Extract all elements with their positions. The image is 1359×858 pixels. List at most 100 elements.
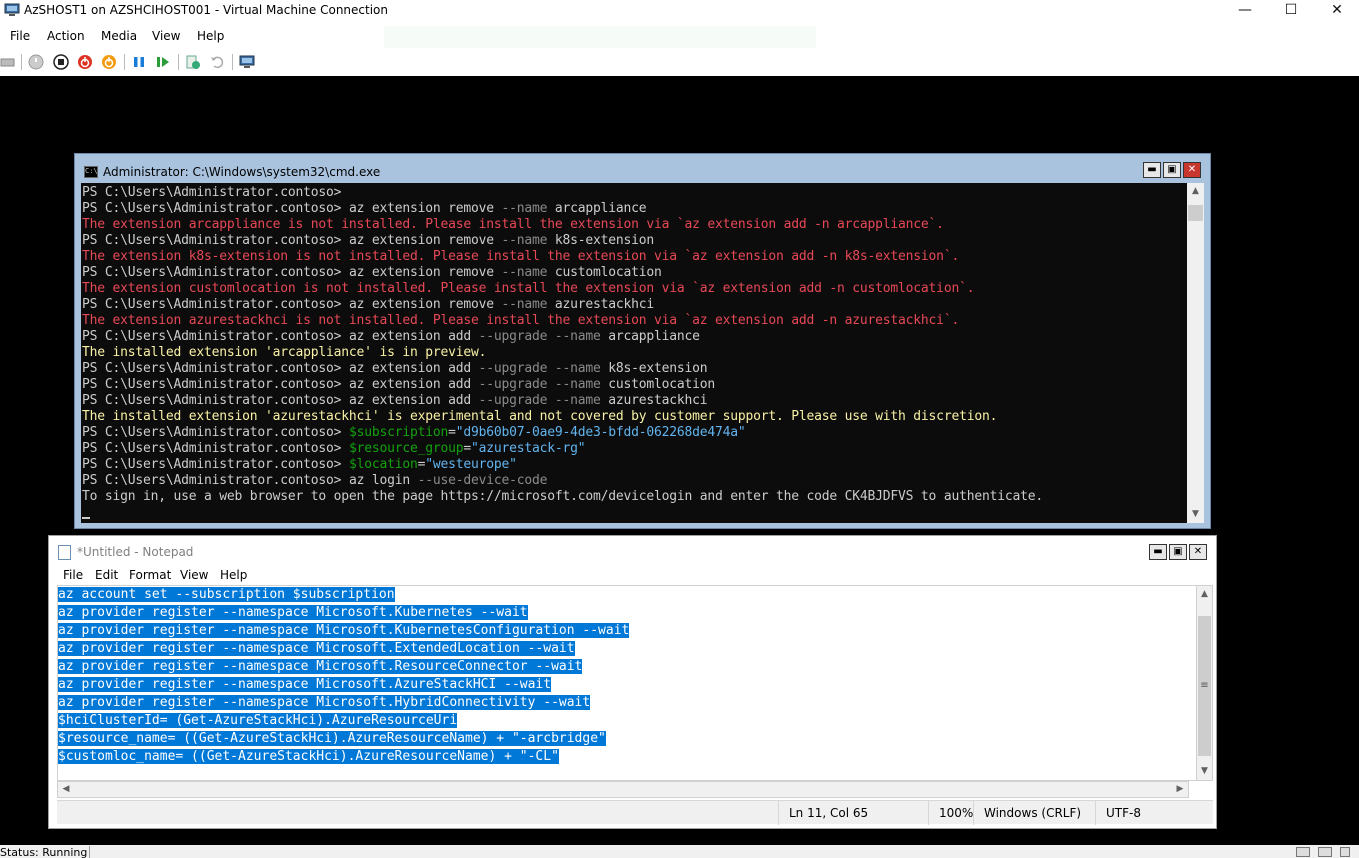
- console-token: az extension remove: [348, 201, 502, 216]
- shut-down-icon[interactable]: [77, 54, 93, 70]
- scroll-thumb[interactable]: [1188, 205, 1203, 221]
- console-line: PS C:\Users\Administrator.contoso> az ex…: [82, 361, 1187, 377]
- notepad-window-controls: ▬ ▣ ✕: [1149, 544, 1207, 560]
- console-token: az extension add: [348, 393, 479, 408]
- notepad-maximize-button[interactable]: ▣: [1169, 544, 1187, 560]
- notepad-window-title: *Untitled - Notepad: [77, 545, 194, 559]
- console-line: The extension k8s-extension is not insta…: [82, 249, 960, 264]
- start-icon[interactable]: [28, 54, 44, 70]
- notepad-menu-view[interactable]: View: [180, 568, 208, 582]
- console-line: The extension customlocation is not inst…: [82, 281, 975, 296]
- console-line: PS C:\Users\Administrator.contoso> az ex…: [82, 377, 1187, 393]
- selected-text: az provider register --namespace Microso…: [58, 641, 575, 656]
- pause-icon[interactable]: [131, 54, 147, 70]
- console-prompt: PS C:\Users\Administrator.contoso>: [82, 233, 349, 248]
- console-prompt: PS C:\Users\Administrator.contoso>: [82, 377, 349, 392]
- console-line: PS C:\Users\Administrator.contoso> $loca…: [82, 457, 1187, 473]
- cmd-close-button[interactable]: ✕: [1183, 162, 1201, 178]
- scroll-right-icon[interactable]: ▶: [1172, 782, 1188, 797]
- notepad-status-bar: Ln 11, Col 65 100% Windows (CRLF) UTF-8: [57, 800, 1213, 825]
- scroll-up-icon[interactable]: ▲: [1187, 183, 1204, 200]
- console-prompt: PS C:\Users\Administrator.contoso>: [82, 185, 349, 200]
- zoom-level: 100%: [928, 801, 973, 825]
- cmd-window-title: Administrator: C:\Windows\system32\cmd.e…: [103, 165, 381, 179]
- scroll-left-icon[interactable]: ◀: [58, 782, 74, 797]
- notepad-window[interactable]: *Untitled - Notepad ▬ ▣ ✕ File Edit Form…: [48, 535, 1217, 829]
- console-token: az extension remove: [348, 233, 502, 248]
- maximize-button[interactable]: ☐: [1268, 0, 1314, 22]
- scroll-down-icon[interactable]: ▼: [1197, 763, 1212, 780]
- menu-file[interactable]: File: [10, 29, 30, 43]
- toolbar-separator: [21, 54, 22, 70]
- selected-text: az account set --subscription $subscript…: [58, 587, 395, 602]
- notepad-menu-file[interactable]: File: [63, 568, 83, 582]
- cursor-position: Ln 11, Col 65: [778, 801, 928, 825]
- notepad-menu-edit[interactable]: Edit: [95, 568, 118, 582]
- enhanced-session-icon[interactable]: [239, 54, 255, 70]
- console-line: PS C:\Users\Administrator.contoso>: [82, 185, 1187, 201]
- toolbar-separator: [178, 54, 179, 70]
- console-token: "azurestack-rg": [470, 441, 586, 456]
- notepad-menu-help[interactable]: Help: [220, 568, 247, 582]
- ctrl-alt-del-icon[interactable]: [0, 54, 16, 70]
- notepad-close-button[interactable]: ✕: [1189, 544, 1207, 560]
- console-line: PS C:\Users\Administrator.contoso> $reso…: [82, 441, 1187, 457]
- console-line: PS C:\Users\Administrator.contoso> az lo…: [82, 473, 1187, 489]
- console-line: The extension azurestackhci is not insta…: [82, 313, 960, 328]
- revert-icon[interactable]: [209, 54, 225, 70]
- notepad-menu-bar: File Edit Format View Help: [49, 567, 1216, 585]
- console-token: --name: [501, 201, 548, 216]
- minimize-button[interactable]: —: [1222, 0, 1268, 22]
- menu-help[interactable]: Help: [197, 29, 224, 43]
- selected-text: $resource_name= ((Get-AzureStackHci).Azu…: [58, 731, 606, 746]
- toolbar-separator: [232, 54, 233, 70]
- console-line: PS C:\Users\Administrator.contoso> az ex…: [82, 233, 1187, 249]
- menu-bar: File Action Media View Help: [0, 26, 1359, 48]
- console-token: $subscription: [348, 425, 449, 440]
- menu-view[interactable]: View: [152, 29, 180, 43]
- console-token: az extension add: [348, 377, 479, 392]
- text-cursor: [82, 517, 90, 519]
- encoding: UTF-8: [1095, 801, 1213, 825]
- keyboard-icon: [1296, 847, 1310, 857]
- menu-media[interactable]: Media: [101, 29, 137, 43]
- console-line: PS C:\Users\Administrator.contoso> $subs…: [82, 425, 1187, 441]
- console-prompt: PS C:\Users\Administrator.contoso>: [82, 329, 349, 344]
- cmd-maximize-button[interactable]: ▣: [1163, 162, 1181, 178]
- cmd-minimize-button[interactable]: ▬: [1143, 162, 1161, 178]
- console-line: PS C:\Users\Administrator.contoso> az ex…: [82, 329, 1187, 345]
- selected-text: $customloc_name= ((Get-AzureStackHci).Az…: [58, 749, 559, 764]
- cmd-scrollbar[interactable]: ▲ ▼: [1187, 183, 1204, 523]
- notepad-line: az provider register --namespace Microso…: [58, 694, 1196, 712]
- notepad-line: $resource_name= ((Get-AzureStackHci).Azu…: [58, 730, 1196, 748]
- notepad-horizontal-scrollbar[interactable]: ◀ ▶: [57, 781, 1189, 798]
- scroll-down-icon[interactable]: ▼: [1187, 506, 1204, 523]
- save-icon[interactable]: [101, 54, 117, 70]
- console-token: =: [463, 441, 471, 456]
- notepad-text-area[interactable]: az account set --subscription $subscript…: [57, 585, 1196, 781]
- turn-off-icon[interactable]: [53, 54, 69, 70]
- notepad-icon: [58, 545, 71, 560]
- selected-text: az provider register --namespace Microso…: [58, 695, 591, 710]
- cmd-window[interactable]: C:\ Administrator: C:\Windows\system32\c…: [74, 153, 1211, 529]
- notepad-line: az provider register --namespace Microso…: [58, 676, 1196, 694]
- menu-action[interactable]: Action: [47, 29, 85, 43]
- console-output[interactable]: PS C:\Users\Administrator.contoso> PS C:…: [81, 183, 1187, 523]
- close-button[interactable]: ✕: [1314, 0, 1359, 22]
- vm-connection-icon: [4, 3, 20, 16]
- console-line: PS C:\Users\Administrator.contoso> az ex…: [82, 393, 1187, 409]
- console-line: PS C:\Users\Administrator.contoso> az ex…: [82, 265, 1187, 281]
- console-line: The extension arcappliance is not instal…: [82, 217, 944, 232]
- console-token: k8s-extension: [547, 233, 655, 248]
- console-token: "westeurope": [425, 457, 517, 472]
- console-token: customlocation: [600, 377, 716, 392]
- notepad-menu-format[interactable]: Format: [129, 568, 171, 582]
- console-prompt: PS C:\Users\Administrator.contoso>: [82, 441, 349, 456]
- scroll-up-icon[interactable]: ▲: [1197, 586, 1212, 603]
- checkpoint-icon[interactable]: [185, 54, 201, 70]
- notepad-vertical-scrollbar[interactable]: ▲ ≡ ▼: [1196, 585, 1213, 781]
- console-prompt: PS C:\Users\Administrator.contoso>: [82, 265, 349, 280]
- notepad-minimize-button[interactable]: ▬: [1149, 544, 1167, 560]
- scroll-thumb[interactable]: ≡: [1198, 616, 1211, 756]
- reset-icon[interactable]: [155, 54, 171, 70]
